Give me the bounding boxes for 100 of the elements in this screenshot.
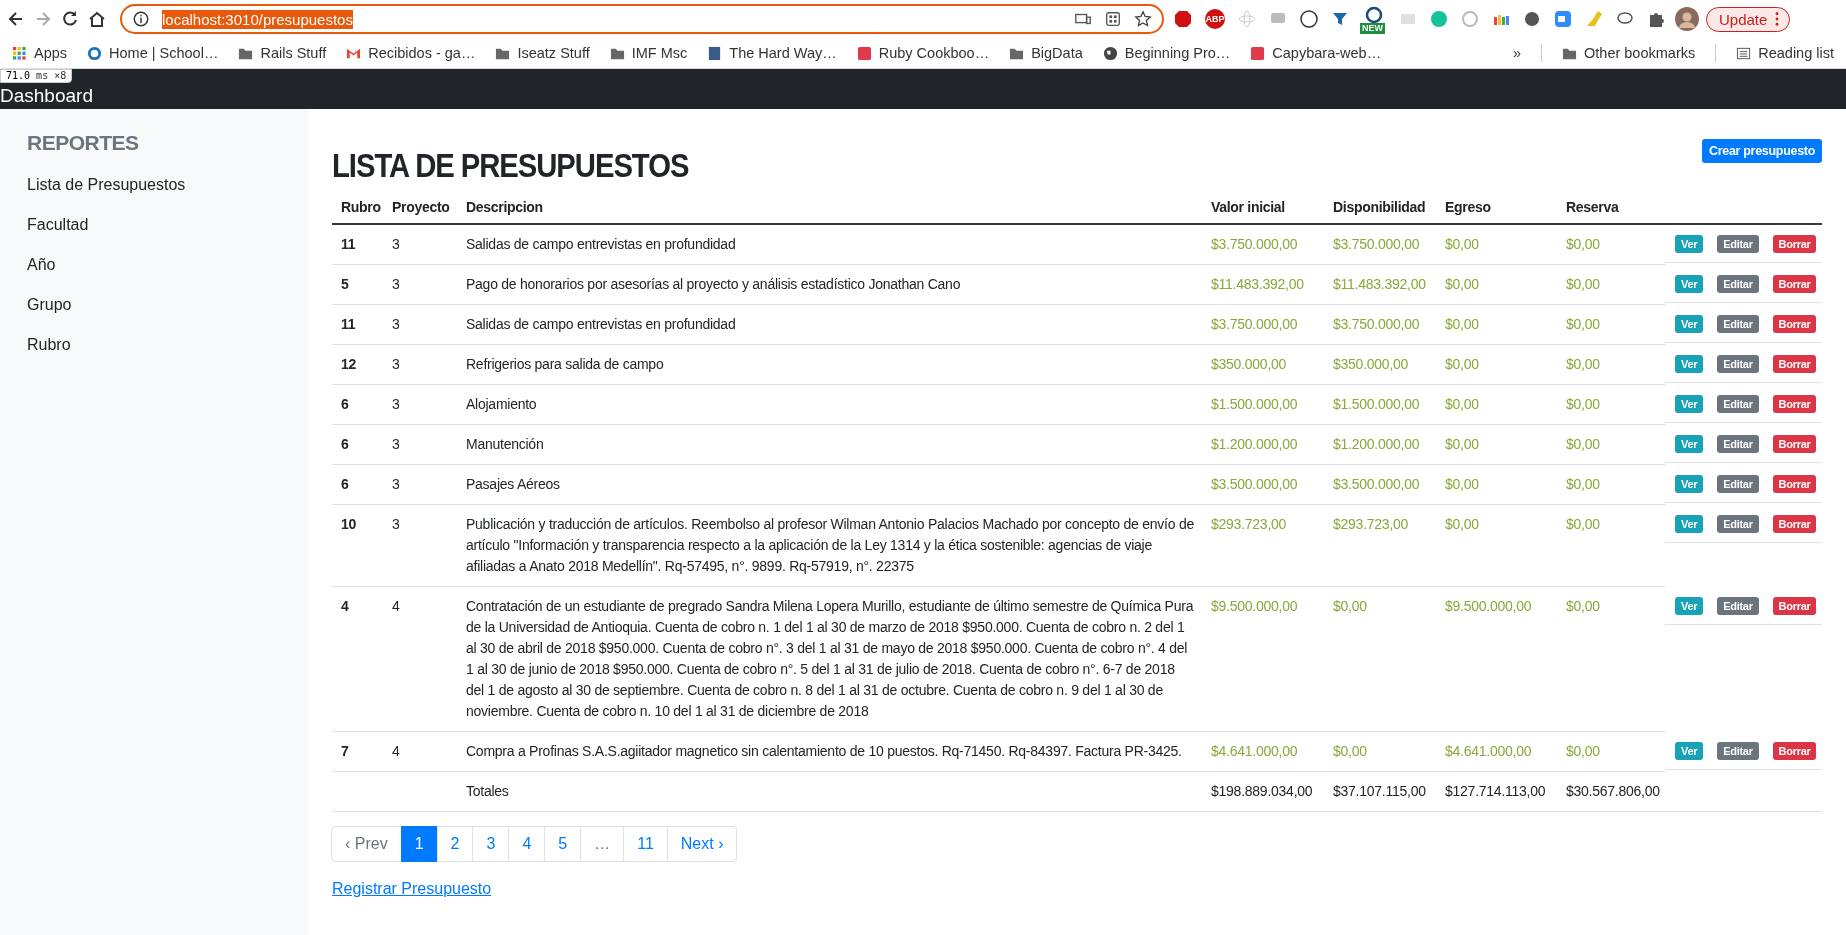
delete-button[interactable]: Borrar	[1772, 235, 1817, 253]
page-link[interactable]: Next ›	[666, 826, 738, 862]
view-button[interactable]: Ver	[1675, 741, 1704, 760]
column-header: Descripcion	[466, 199, 543, 215]
table-cell: $3.750.000,00	[1211, 316, 1298, 332]
table-cell: Manutención	[466, 436, 544, 452]
page-link[interactable]: 1	[400, 826, 438, 862]
bookmark[interactable]: Iseatz Stuff	[495, 45, 590, 61]
table-cell: $9.500.000,00	[1211, 598, 1298, 614]
sidebar-link[interactable]: Rubro	[27, 325, 281, 365]
edit-button[interactable]: Editar	[1717, 741, 1759, 760]
list-icon	[1736, 45, 1752, 61]
extension-icon[interactable]	[1299, 9, 1319, 29]
edit-button[interactable]: Editar	[1717, 596, 1759, 615]
table-cell: 6	[341, 436, 349, 452]
table-cell: 3	[392, 436, 400, 452]
page-link[interactable]: 11	[623, 826, 668, 862]
brand-link[interactable]: Dashboard	[0, 86, 93, 106]
edit-button[interactable]: Editar	[1717, 394, 1759, 413]
delete-button[interactable]: Borrar	[1772, 394, 1817, 413]
bookmark-label: IMF Msc	[631, 45, 688, 61]
bookmark[interactable]: Ruby Cookboo…	[856, 45, 990, 61]
view-button[interactable]: Ver	[1675, 274, 1704, 293]
table-cell: $1.200.000,00	[1333, 436, 1420, 452]
bookmark[interactable]: Capybara-web…	[1250, 45, 1382, 61]
info-icon[interactable]	[132, 10, 150, 28]
delete-button[interactable]: Borrar	[1772, 274, 1817, 293]
column-header: Reserva	[1566, 199, 1619, 215]
bookmark-label: Other bookmarks	[1584, 45, 1696, 61]
bookmark[interactable]: Other bookmarks	[1562, 45, 1696, 61]
delete-button[interactable]: Borrar	[1772, 314, 1817, 333]
edit-button[interactable]: Editar	[1717, 514, 1759, 533]
view-button[interactable]: Ver	[1675, 434, 1704, 453]
view-button[interactable]: Ver	[1675, 474, 1704, 493]
delete-button[interactable]: Borrar	[1772, 596, 1817, 615]
create-button[interactable]: Crear presupuesto	[1701, 139, 1822, 163]
sidebar-link[interactable]: Lista de Presupuestos	[27, 165, 281, 205]
profile-avatar[interactable]	[1675, 7, 1699, 31]
sidebar-heading: REPORTES	[27, 131, 140, 155]
reload-icon[interactable]	[60, 9, 80, 29]
more-bookmarks-button[interactable]: »	[1512, 45, 1521, 61]
view-button[interactable]: Ver	[1675, 514, 1704, 533]
view-button[interactable]: Ver	[1675, 235, 1704, 253]
bookmark[interactable]: The Hard Way…	[707, 45, 837, 61]
update-button[interactable]: Update	[1706, 6, 1791, 32]
extension-icon[interactable]	[1522, 9, 1542, 29]
site-icon	[87, 45, 103, 61]
bookmark[interactable]: BigData	[1009, 45, 1083, 61]
sidebar-link[interactable]: Facultad	[27, 205, 281, 245]
table-cell: $0,00	[1445, 356, 1479, 372]
edit-button[interactable]: Editar	[1717, 274, 1759, 293]
table-cell: $3.500.000,00	[1333, 476, 1420, 492]
view-button[interactable]: Ver	[1675, 596, 1704, 615]
edit-button[interactable]: Editar	[1717, 235, 1759, 253]
table-cell: 3	[392, 476, 400, 492]
bookmark[interactable]: Home | School…	[87, 45, 219, 61]
ring-icon	[1364, 6, 1384, 26]
bookmark[interactable]: Beginning Pro…	[1102, 45, 1231, 61]
delete-button[interactable]: Borrar	[1772, 354, 1817, 373]
table-cell: 4	[341, 598, 349, 614]
table-cell: Contratación de un estudiante de pregrado Sandra Milena Lopera Murillo, estudiante de último semestre de Química Pura de la Universidad de Antioquia. Cuenta de cobro n. 1 del 1 al 30 de marzo de 2018 $950.000. Cuenta de cobro n. 2 del 1 al 30 de abril de 2018 $950.000. Cuenta de cobro n°. 3 del 1 al 31 de mayo de 2018 $950.000. Cuenta de cobro n°. 4 del 1 al 30 de junio de 2018 $950.000. Cuenta de cobro n°. 5 del 1 al 31 de julio de 2018. Cuenta de cobro n°. 6-7 de 2018 del 1 de agosto al 30 de septiembre. Cuenta de cobro n. 8 del 1 al 31 de octubre. Cuenta de cobro n. 9 del 1 al 30 de noviembre. Cuenta de cobro n. 10 del 1 al 31 de diciembre de 2018	[466, 598, 1194, 719]
table-cell: $0,00	[1445, 516, 1479, 532]
delete-button[interactable]: Borrar	[1772, 514, 1817, 533]
table-cell: Compra a Profinas S.A.S.agiitador magnetico sin calentamiento de 10 puestos. Rq-71450. Rq-84397. Factura PR-3425.	[466, 743, 1182, 759]
edit-button[interactable]: Editar	[1717, 474, 1759, 493]
table-cell: $0,00	[1333, 743, 1367, 759]
delete-button[interactable]: Borrar	[1772, 741, 1817, 760]
qr-icon[interactable]	[1104, 10, 1122, 28]
bookmark[interactable]: IMF Msc	[609, 45, 688, 61]
address-bar[interactable]: localhost:3010/presupuestos	[120, 4, 1164, 34]
sidebar-link[interactable]: Año	[27, 245, 281, 285]
star-icon[interactable]	[1134, 10, 1152, 28]
view-button[interactable]: Ver	[1675, 314, 1704, 333]
edit-button[interactable]: Editar	[1717, 354, 1759, 373]
delete-button[interactable]: Borrar	[1772, 434, 1817, 453]
page-link[interactable]: 4	[508, 826, 546, 862]
table-cell: $3.750.000,00	[1333, 316, 1420, 332]
bookmark-label: The Hard Way…	[729, 45, 837, 61]
edit-button[interactable]: Editar	[1717, 314, 1759, 333]
reading-list-button[interactable]: Reading list	[1736, 45, 1834, 61]
table-cell: $4.641.000,00	[1445, 743, 1532, 759]
home-icon[interactable]	[87, 9, 107, 29]
site-icon	[856, 45, 872, 61]
table-cell: $0,00	[1566, 436, 1600, 452]
page-link[interactable]: 5	[544, 826, 582, 862]
register-link[interactable]: Registrar Presupuesto	[332, 880, 492, 898]
bookmark-label: Rails Stuff	[260, 45, 327, 61]
adblock-icon[interactable]: ABP	[1205, 9, 1225, 29]
bookmark[interactable]: Apps	[12, 45, 68, 61]
view-button[interactable]: Ver	[1675, 394, 1704, 413]
view-button[interactable]: Ver	[1675, 354, 1704, 373]
extension-icon[interactable]	[1173, 9, 1193, 29]
bookmark[interactable]: Rails Stuff	[238, 45, 327, 61]
delete-button[interactable]: Borrar	[1772, 474, 1817, 493]
sidebar-link[interactable]: Grupo	[27, 285, 281, 325]
bookmark[interactable]: Recibidos - ga…	[346, 45, 476, 61]
edit-button[interactable]: Editar	[1717, 434, 1759, 453]
performance-badge: 71.0 ms ×8	[0, 69, 73, 83]
page-link[interactable]: 3	[472, 826, 510, 862]
table-cell: $0,00	[1566, 276, 1600, 292]
